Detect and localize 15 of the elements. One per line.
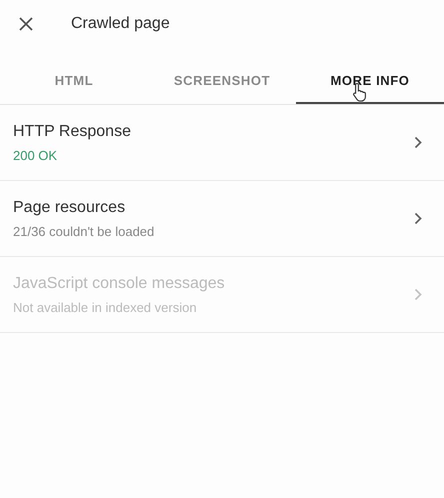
item-subtitle: 21/36 couldn't be loaded (13, 224, 156, 238)
list-item[interactable]: Page resources 21/36 couldn't be loaded (0, 181, 444, 257)
close-button[interactable] (17, 15, 35, 33)
chevron-right-icon (414, 212, 422, 225)
item-subtitle: 200 OK (13, 148, 58, 162)
item-title: HTTP Response (13, 122, 132, 140)
tab[interactable]: MORE INFO (296, 58, 444, 104)
chevron-right-icon (414, 288, 422, 301)
item-subtitle: Not available in indexed version (13, 300, 198, 314)
list-item[interactable]: HTTP Response 200 OK (0, 105, 444, 181)
item-title: JavaScript console messages (13, 274, 226, 292)
page-title: Crawled page (71, 15, 170, 33)
close-icon (18, 16, 34, 32)
chevron-right-icon (414, 136, 422, 149)
item-title: Page resources (13, 198, 126, 216)
